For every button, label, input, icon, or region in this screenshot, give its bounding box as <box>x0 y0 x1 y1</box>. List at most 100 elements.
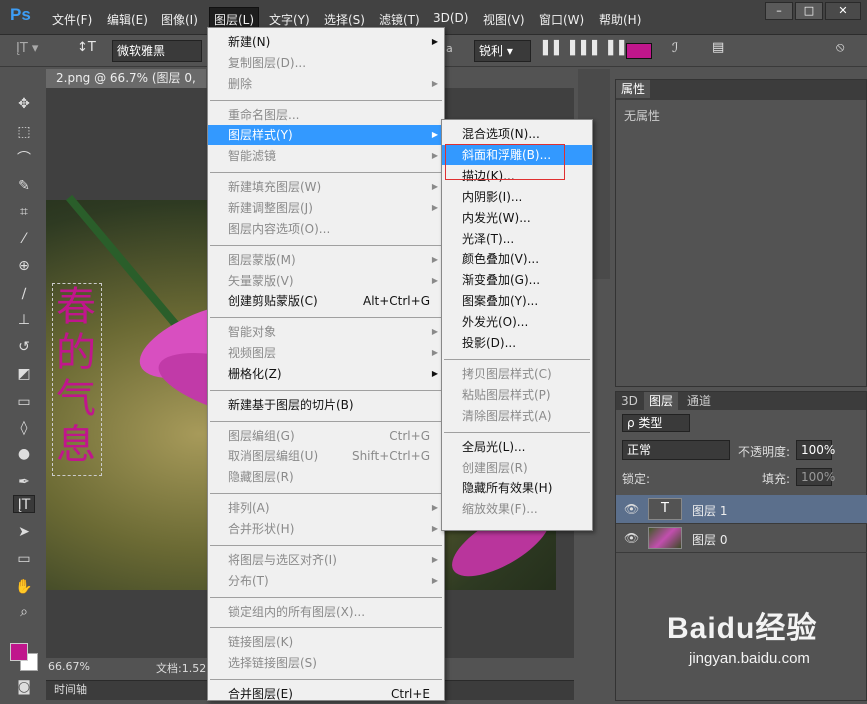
foreground-color[interactable] <box>10 643 28 661</box>
menu-item[interactable]: 渐变叠加(G)... <box>442 270 592 290</box>
menu-separator <box>210 317 442 319</box>
font-family-select[interactable]: 微软雅黑 <box>112 40 202 62</box>
clone-stamp-icon[interactable]: ⊥ <box>13 311 35 329</box>
marquee-tool-icon[interactable]: ⬚ <box>13 123 35 141</box>
fill-input[interactable]: 100% <box>796 468 835 486</box>
lasso-tool-icon[interactable]: ⌒ <box>13 150 35 168</box>
menu-3d[interactable]: 3D(D) <box>433 11 468 25</box>
text-color-swatch[interactable] <box>626 43 652 59</box>
hand-tool-icon[interactable]: ✋ <box>13 578 35 596</box>
menu-item: 链接图层(K) <box>208 632 444 652</box>
eraser-icon[interactable]: ◩ <box>13 365 35 383</box>
menu-item[interactable]: 光泽(T)... <box>442 229 592 249</box>
blend-mode-select[interactable]: 正常 <box>622 440 730 460</box>
text-char-1: 春 <box>56 284 96 330</box>
crop-tool-icon[interactable]: ⌗ <box>13 203 35 221</box>
menu-separator <box>210 679 442 681</box>
blur-tool-icon[interactable]: ◊ <box>13 419 35 437</box>
tab-properties[interactable]: 属性 <box>616 80 651 98</box>
visibility-eye-icon[interactable]: 👁 <box>624 531 639 545</box>
warp-text-icon[interactable]: ℐ <box>672 41 678 56</box>
menu-image[interactable]: 图像(I) <box>161 11 198 28</box>
document-tab[interactable]: 2.png @ 66.7% (图层 0, RGB <box>46 69 206 104</box>
path-select-icon[interactable]: ➤ <box>13 523 35 541</box>
menu-item[interactable]: 内阴影(I)... <box>442 187 592 207</box>
text-char-3: 气 <box>56 376 96 422</box>
cancel-icon[interactable]: ⦸ <box>836 40 844 55</box>
menu-item[interactable]: 混合选项(N)... <box>442 124 592 144</box>
layer-filter-select[interactable]: ρ 类型 <box>622 414 690 432</box>
zoom-tool-icon[interactable]: ⌕ <box>13 603 35 621</box>
menu-item[interactable]: 图案叠加(Y)... <box>442 291 592 311</box>
menu-filter[interactable]: 滤镜(T) <box>379 11 420 28</box>
toggle-orientation-icon[interactable]: ↕T <box>77 40 96 55</box>
tab-3d[interactable]: 3D <box>616 392 643 410</box>
menu-item[interactable]: 创建剪贴蒙版(C) Alt+Ctrl+G <box>208 291 444 311</box>
menu-item-shortcut: Ctrl+E <box>391 687 430 702</box>
menu-help[interactable]: 帮助(H) <box>599 11 641 28</box>
layer-row-text[interactable]: 👁 T 图层 1 <box>616 495 867 524</box>
move-tool-icon[interactable]: ✥ <box>13 95 35 113</box>
tab-channels[interactable]: 通道 <box>682 392 716 410</box>
menu-item-label: 新建(N) <box>228 35 271 49</box>
submenu-arrow-icon: ▶ <box>431 575 438 585</box>
text-align-icons[interactable]: ▌▌▐▐ ▌▐▐ <box>543 41 625 56</box>
menu-file[interactable]: 文件(F) <box>52 11 92 28</box>
toolbar: ✥ ⬚ ⌒ ✎ ⌗ ⁄ ⊕ ∕ ⊥ ↺ ◩ ▭ ◊ ● ✒ ĮT ➤ ▭ ✋ ⌕… <box>10 95 40 695</box>
layer-name[interactable]: 图层 1 <box>692 502 727 519</box>
menu-item[interactable]: 栅格化(Z) ▶ <box>208 364 444 384</box>
close-button[interactable]: ✕ <box>825 2 861 20</box>
menu-item[interactable]: 全局光(L)... <box>442 437 592 457</box>
dodge-tool-icon[interactable]: ● <box>13 445 35 463</box>
layer-row-image[interactable]: 👁 图层 0 <box>616 524 867 553</box>
menu-item: 合并形状(H) ▶ <box>208 519 444 539</box>
menu-item-label: 新建基于图层的切片(B) <box>228 397 354 412</box>
maximize-button[interactable]: □ <box>795 2 823 20</box>
pen-tool-icon[interactable]: ✒ <box>13 473 35 491</box>
eyedropper-icon[interactable]: ⁄ <box>13 230 35 248</box>
menu-item-label: 颜色叠加(V)... <box>462 252 540 267</box>
visibility-eye-icon[interactable]: 👁 <box>624 502 639 516</box>
gradient-tool-icon[interactable]: ▭ <box>13 393 35 411</box>
menu-item: 清除图层样式(A) <box>442 406 592 426</box>
brush-tool-icon[interactable]: ∕ <box>13 285 35 303</box>
menu-item[interactable]: 投影(D)... <box>442 333 592 353</box>
menu-type[interactable]: 文字(Y) <box>269 11 310 28</box>
menu-item[interactable]: 图层样式(Y) ▶ <box>208 125 444 146</box>
menu-item: 复制图层(D)... <box>208 53 444 73</box>
antialias-select[interactable]: 锐利 ▾ <box>474 40 531 62</box>
menu-item-label: 外发光(O)... <box>462 315 529 330</box>
quick-select-icon[interactable]: ✎ <box>13 177 35 195</box>
menu-item-label: 图案叠加(Y)... <box>462 294 539 309</box>
menu-window[interactable]: 窗口(W) <box>539 11 584 28</box>
type-tool-icon[interactable]: ĮT <box>13 495 35 513</box>
character-panel-icon[interactable]: ▤ <box>712 40 724 55</box>
menu-item[interactable]: 合并图层(E) Ctrl+E <box>208 684 444 704</box>
menu-item-label: 隐藏图层(R) <box>228 470 294 485</box>
quick-mask-icon[interactable]: ◙ <box>13 678 35 696</box>
menu-item[interactable]: 新建(N) ▶ <box>208 32 444 52</box>
menu-item[interactable]: 隐藏所有效果(H) <box>442 478 592 498</box>
menu-item-label: 视频图层 <box>228 346 277 361</box>
history-brush-icon[interactable]: ↺ <box>13 338 35 356</box>
menu-item[interactable]: 内发光(W)... <box>442 208 592 228</box>
minimize-button[interactable]: – <box>765 2 793 20</box>
layer-name[interactable]: 图层 0 <box>692 531 727 548</box>
menu-item-label: 智能滤镜 <box>228 149 277 164</box>
healing-brush-icon[interactable]: ⊕ <box>13 257 35 275</box>
menu-edit[interactable]: 编辑(E) <box>107 11 148 28</box>
text-char-2: 的 <box>56 330 96 376</box>
menu-item[interactable]: 颜色叠加(V)... <box>442 249 592 269</box>
menu-view[interactable]: 视图(V) <box>483 11 525 28</box>
tab-layers[interactable]: 图层 <box>644 392 679 410</box>
menu-item[interactable]: 新建基于图层的切片(B) <box>208 395 444 415</box>
menu-item-label: 新建填充图层(W) <box>228 180 322 195</box>
menu-item-label: 光泽(T)... <box>462 231 515 246</box>
menu-item-label: 链接图层(K) <box>228 635 294 650</box>
type-tool-icon[interactable]: ĮT ▾ <box>16 41 38 56</box>
zoom-level[interactable]: 66.67% <box>48 660 90 673</box>
shape-tool-icon[interactable]: ▭ <box>13 550 35 568</box>
menu-select[interactable]: 选择(S) <box>324 11 365 28</box>
menu-item[interactable]: 外发光(O)... <box>442 312 592 332</box>
opacity-input[interactable]: 100% <box>796 440 835 460</box>
